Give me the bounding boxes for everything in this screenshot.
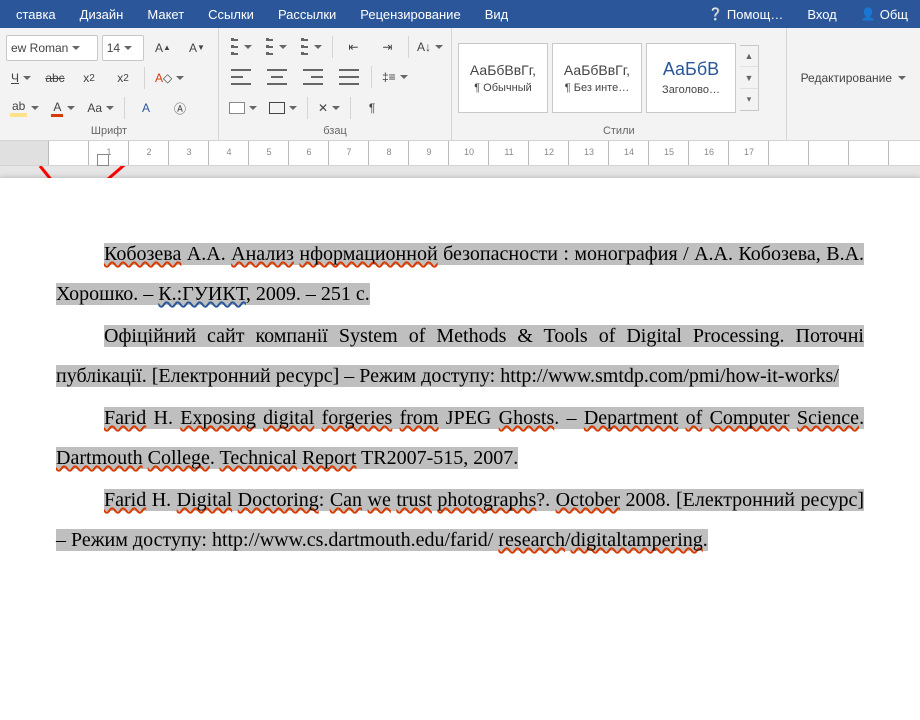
font-size-combo[interactable]: 14 [102,35,144,61]
enclose-chars-button[interactable]: Ⓐ [165,96,195,120]
group-styles: АаБбВвГг, ¶ Обычный АаБбВвГг, ¶ Без инте… [452,28,787,140]
change-case-button[interactable]: Aa [83,96,118,120]
asian-layout-button[interactable]: ✕ [314,96,344,120]
font-name-combo[interactable]: ew Roman [6,35,98,61]
decrease-indent-button[interactable]: ⇤ [338,35,368,59]
subscript-button[interactable]: x2 [74,66,104,90]
bibliography-item-4[interactable]: Farid H. Digital Doctoring: Can we trust… [56,480,864,560]
ribbon: ew Roman 14 A▲ A▼ Ч abc x2 x2 A◇ ab A Aa… [0,28,920,141]
underline-button[interactable]: Ч [6,66,36,90]
multilevel-list-button[interactable] [295,35,326,59]
first-line-indent-marker[interactable] [97,154,109,166]
shrink-font-button[interactable]: A▼ [182,36,212,60]
ruler[interactable]: 1234567891011121314151617 [0,141,920,166]
group-paragraph-label: бзац [225,123,445,140]
show-marks-button[interactable]: ¶ [357,96,387,120]
tab-mailings[interactable]: Рассылки [266,0,348,28]
tab-view[interactable]: Вид [473,0,521,28]
tab-insert[interactable]: ставка [4,0,68,28]
font-color-button[interactable]: A [47,96,79,120]
bibliography-item-1[interactable]: Кобозева А.А. Анализ нформационной безоп… [56,234,864,314]
align-left-button[interactable] [225,65,257,89]
char-shading-button[interactable]: A [131,96,161,120]
tab-review[interactable]: Рецензирование [348,0,472,28]
align-justify-button[interactable] [333,65,365,89]
group-styles-label: Стили [458,123,780,140]
bibliography-item-2[interactable]: Офіційний сайт компанії System of Method… [56,316,864,396]
strike-button[interactable]: abc [40,66,70,90]
style-normal[interactable]: АаБбВвГг, ¶ Обычный [458,43,548,113]
editing-dropdown[interactable]: Редактирование [793,32,914,123]
tab-share[interactable]: Общ [849,0,920,28]
tab-layout[interactable]: Макет [135,0,196,28]
tab-signin[interactable]: Вход [795,0,848,28]
text-highlight-button[interactable]: ab [6,96,43,120]
shading-button[interactable] [225,96,261,120]
increase-indent-button[interactable]: ⇥ [372,35,402,59]
style-no-spacing[interactable]: АаБбВвГг, ¶ Без инте… [552,43,642,113]
group-font: ew Roman 14 A▲ A▼ Ч abc x2 x2 A◇ ab A Aa… [0,28,219,140]
tab-help[interactable]: Помощ… [696,0,795,28]
document-body[interactable]: Кобозева А.А. Анализ нформационной безоп… [56,234,864,560]
style-heading1[interactable]: АаБбВ Заголово… [646,43,736,113]
superscript-button[interactable]: x2 [108,66,138,90]
group-editing: Редактирование [787,28,920,140]
align-right-button[interactable] [297,65,329,89]
align-center-button[interactable] [261,65,293,89]
ribbon-tabs: ставка Дизайн Макет Ссылки Рассылки Реце… [0,0,920,28]
page[interactable]: Кобозева А.А. Анализ нформационной безоп… [0,178,920,720]
bibliography-item-3[interactable]: Farid H. Exposing digital forgeries from… [56,398,864,478]
document-canvas: Кобозева А.А. Анализ нформационной безоп… [0,166,920,720]
styles-gallery-more[interactable]: ▲▼▾ [740,45,759,111]
tab-references[interactable]: Ссылки [196,0,266,28]
group-font-label: Шрифт [6,123,212,140]
grow-font-button[interactable]: A▲ [148,36,178,60]
clear-format-button[interactable]: A◇ [151,66,188,90]
line-spacing-button[interactable]: ‡≡ [378,65,412,89]
ruler-numbers: 1234567891011121314151617 [49,147,769,157]
numbering-button[interactable] [260,35,291,59]
borders-button[interactable] [265,96,301,120]
tab-design[interactable]: Дизайн [68,0,136,28]
sort-button[interactable]: A↓ [415,35,445,59]
group-paragraph: ⇤ ⇥ A↓ ‡≡ ✕ ¶ бзац [219,28,452,140]
bullets-button[interactable] [225,35,256,59]
